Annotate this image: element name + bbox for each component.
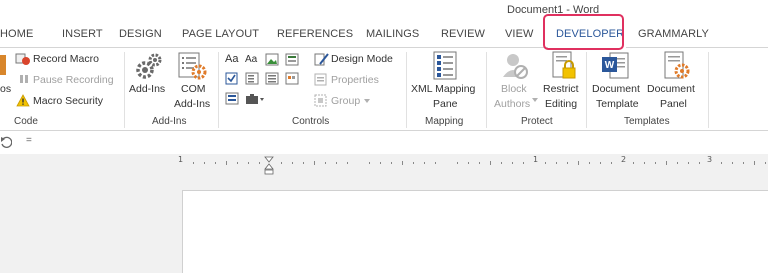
tab-page-layout[interactable]: PAGE LAYOUT [182, 28, 259, 40]
document-template-icon: W [602, 52, 629, 79]
chevron-down-icon[interactable] [363, 98, 371, 104]
date-picker-control-icon[interactable] [285, 72, 299, 85]
quick-access-toolbar: = [0, 132, 768, 154]
tab-references[interactable]: REFERENCES [277, 28, 353, 40]
group-separator [708, 52, 709, 128]
group-separator [218, 52, 219, 128]
document-template-label-1[interactable]: Document [592, 83, 640, 95]
document-template-label-2[interactable]: Template [596, 98, 639, 110]
xml-mapping-label-2[interactable]: Pane [433, 98, 458, 110]
repeating-section-control-icon[interactable] [225, 92, 241, 106]
group-separator [406, 52, 407, 128]
tab-design[interactable]: DESIGN [119, 28, 162, 40]
record-macro-icon [15, 53, 30, 65]
design-mode-icon [314, 53, 329, 66]
restrict-editing-label-1[interactable]: Restrict [543, 83, 579, 95]
chevron-down-icon[interactable] [531, 97, 539, 103]
tab-mailings[interactable]: MAILINGS [366, 28, 419, 40]
block-authors-label-1[interactable]: Block [501, 83, 527, 95]
first-line-indent-marker [264, 156, 274, 163]
restrict-editing-label-2[interactable]: Editing [545, 98, 577, 110]
tab-view[interactable]: VIEW [505, 28, 534, 40]
tab-review[interactable]: REVIEW [441, 28, 485, 40]
com-addins-label-2[interactable]: Add-Ins [174, 98, 210, 110]
document-panel-label-2[interactable]: Panel [660, 98, 687, 110]
tab-insert[interactable]: INSERT [62, 28, 103, 40]
group-icon [314, 94, 327, 107]
group-label-mapping: Mapping [425, 116, 464, 127]
xml-mapping-label-1[interactable]: XML Mapping [411, 83, 475, 95]
macro-security-button[interactable]: Macro Security [33, 95, 103, 107]
addins-button[interactable]: Add-Ins [129, 83, 165, 95]
tab-home[interactable]: HOME [0, 28, 33, 40]
design-mode-button[interactable]: Design Mode [331, 53, 393, 65]
checkbox-control-icon[interactable] [225, 72, 239, 85]
group-button[interactable]: Group [331, 95, 360, 107]
group-label-templates: Templates [624, 116, 670, 127]
xml-mapping-pane-icon [433, 51, 457, 80]
pause-recording-button[interactable]: Pause Recording [33, 74, 114, 86]
properties-button[interactable]: Properties [331, 74, 379, 86]
combo-box-control-icon[interactable] [245, 72, 259, 85]
ribbon-tabs: HOME INSERT DESIGN PAGE LAYOUT REFERENCE… [0, 0, 768, 47]
restrict-editing-icon [552, 51, 576, 79]
dropdown-list-control-icon[interactable] [265, 72, 279, 85]
document-panel-icon [664, 51, 690, 79]
com-addins-icon [178, 52, 207, 80]
group-label-protect: Protect [521, 116, 553, 127]
tab-grammarly[interactable]: GRAMMARLY [638, 28, 709, 40]
legacy-tools-icon[interactable] [245, 93, 265, 106]
svg-text:W: W [605, 60, 615, 71]
pause-icon [20, 75, 28, 83]
macros-button-label[interactable]: os [0, 83, 11, 95]
addins-gear-icon [136, 53, 162, 79]
group-label-code: Code [14, 116, 38, 127]
building-block-control-icon[interactable] [285, 53, 299, 66]
group-separator [586, 52, 587, 128]
customize-qat-button[interactable]: = [26, 135, 32, 146]
group-label-addins: Add-Ins [152, 116, 187, 127]
ruler-tick-marks [193, 156, 766, 175]
record-macro-button[interactable]: Record Macro [33, 53, 99, 65]
block-authors-label-2[interactable]: Authors [494, 98, 530, 110]
rich-text-control-icon[interactable]: Aa [225, 53, 238, 65]
properties-icon [314, 73, 327, 86]
group-label-controls: Controls [292, 116, 330, 127]
com-addins-label-1[interactable]: COM [181, 83, 206, 95]
document-panel-label-1[interactable]: Document [647, 83, 695, 95]
developer-tab-highlight [543, 14, 624, 50]
block-authors-icon [503, 54, 528, 79]
hanging-indent-marker [264, 163, 274, 170]
macros-icon [0, 55, 6, 75]
picture-control-icon[interactable] [265, 53, 279, 66]
left-indent-marker [264, 169, 274, 175]
document-page[interactable] [182, 190, 768, 273]
warning-icon [16, 94, 30, 107]
undo-icon[interactable] [0, 136, 12, 148]
group-separator [486, 52, 487, 128]
plain-text-control-icon[interactable]: Aa [245, 54, 257, 65]
group-separator [124, 52, 125, 128]
